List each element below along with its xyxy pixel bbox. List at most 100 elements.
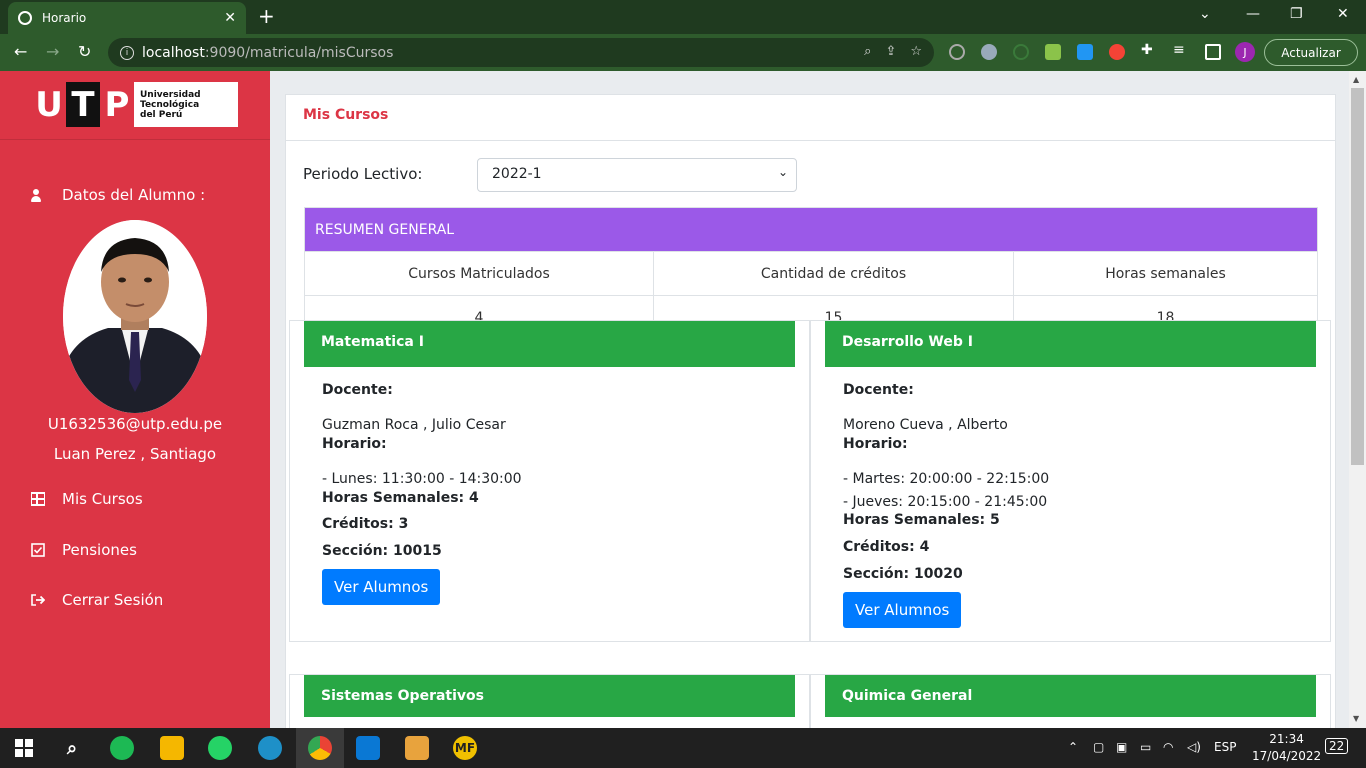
sidebar-item-label: Pensiones (62, 541, 137, 559)
volume-icon[interactable]: ◁) (1187, 740, 1201, 754)
extension-icon[interactable] (1077, 44, 1093, 60)
section: Sección: 10020 (843, 566, 963, 583)
weekly-hours: Horas Semanales: 4 (322, 489, 479, 506)
course-title: Desarrollo Web I (825, 321, 1316, 367)
course-card: Sistemas Operativos (289, 674, 810, 728)
logo-letter: T (66, 82, 100, 127)
clock-time: 21:34 (1269, 732, 1304, 746)
whatsapp-icon[interactable] (208, 736, 232, 760)
weekly-hours: Horas Semanales: 5 (843, 512, 1000, 529)
browser-tab-strip: Horario ✕ + ⌄ — ❐ ✕ (0, 0, 1366, 34)
sidebar-item-label: Mis Cursos (62, 490, 143, 508)
course-card: Desarrollo Web I Docente: Moreno Cueva ,… (810, 320, 1331, 642)
profile-avatar[interactable]: J (1235, 42, 1255, 62)
info-icon[interactable]: i (120, 45, 134, 60)
sidebar-item-mis-cursos[interactable]: Mis Cursos (30, 490, 143, 508)
extension-icon[interactable] (949, 44, 965, 60)
sidebar-item-pensiones[interactable]: Pensiones (31, 541, 137, 559)
schedule-label: Horario: (843, 435, 908, 452)
update-button[interactable]: Actualizar (1264, 39, 1358, 66)
summary-header-cell: Cursos Matriculados (304, 251, 654, 296)
windows-start-icon[interactable] (12, 736, 36, 760)
new-tab-button[interactable]: + (258, 4, 275, 28)
page-title: Mis Cursos (286, 95, 1335, 141)
wifi-icon[interactable]: ◠ (1163, 740, 1173, 754)
download-extension-icon[interactable] (1045, 44, 1061, 60)
chrome-icon[interactable] (308, 736, 332, 760)
sidebar-item-label: Cerrar Sesión (62, 591, 164, 609)
window-close-icon[interactable]: ✕ (1337, 6, 1349, 22)
teacher-name: Moreno Cueva , Alberto (843, 416, 1008, 433)
back-icon[interactable]: ← (14, 42, 27, 61)
chevron-down-icon: ⌄ (777, 165, 788, 179)
media-icon[interactable]: ≡ (1173, 42, 1189, 58)
url-host: localhost (142, 44, 205, 61)
view-students-button[interactable]: Ver Alumnos (843, 592, 962, 629)
table-icon (30, 492, 46, 506)
course-card: Quimica General (810, 674, 1331, 728)
share-icon[interactable]: ⇪ (885, 44, 896, 59)
url-bar[interactable]: i localhost:9090/matricula/misCursos ⌕ ⇪… (108, 38, 934, 67)
scrollbar-thumb[interactable] (1351, 88, 1364, 465)
tray-chevron-icon[interactable]: ⌃ (1068, 740, 1078, 754)
sidebar-item-cerrar-sesion[interactable]: Cerrar Sesión (31, 591, 163, 609)
summary-heading: RESUMEN GENERAL (304, 207, 1318, 252)
extension-icon[interactable] (981, 44, 997, 60)
credits: Créditos: 3 (322, 516, 409, 533)
sidepanel-icon[interactable] (1205, 44, 1221, 60)
logo-text-line: Universidad (140, 89, 201, 100)
student-heading-label: Datos del Alumno : (62, 186, 206, 204)
student-name: Luan Perez , Santiago (53, 445, 217, 463)
scroll-up-icon[interactable]: ▲ (1353, 75, 1359, 84)
taskbar: ⌕ MF ⌃ ▢ ▣ ▭ ◠ ◁) ESP 21:34 17/04/2022 2… (0, 728, 1366, 768)
course-card: Matematica I Docente: Guzman Roca , Juli… (289, 320, 810, 642)
vscode-icon[interactable] (356, 736, 380, 760)
edge-icon[interactable] (258, 736, 282, 760)
view-students-button[interactable]: Ver Alumnos (322, 569, 441, 606)
close-icon[interactable]: ✕ (224, 10, 236, 26)
language-indicator[interactable]: ESP (1214, 740, 1236, 754)
schedule-line: - Jueves: 20:15:00 - 21:45:00 (843, 493, 1048, 510)
logo-text-line: del Perú (140, 109, 183, 120)
youtube-extension-icon[interactable] (1109, 44, 1125, 60)
credits: Créditos: 4 (843, 539, 930, 556)
minimize-icon[interactable]: — (1246, 6, 1260, 22)
url-path: :9090/matricula/misCursos (204, 44, 394, 61)
tab-title: Horario (42, 11, 87, 25)
course-title: Quimica General (825, 675, 1316, 717)
period-label: Periodo Lectivo: (303, 165, 423, 183)
search-icon[interactable]: ⌕ (60, 736, 84, 760)
reload-icon[interactable]: ↻ (78, 42, 91, 61)
puzzle-icon[interactable]: ✚ (1141, 42, 1157, 58)
tray-app-icon[interactable]: ▢ (1093, 740, 1104, 754)
zoom-icon[interactable]: ⌕ (864, 44, 871, 59)
mf-app-icon[interactable]: MF (453, 736, 477, 760)
logo-letter: U (32, 82, 66, 127)
spotify-icon[interactable] (110, 736, 134, 760)
teacher-name: Guzman Roca , Julio Cesar (322, 416, 506, 433)
page-scrollbar[interactable]: ▲ ▼ (1349, 71, 1366, 728)
student-data-heading: Datos del Alumno : (30, 186, 205, 204)
tray-app-icon[interactable]: ▣ (1116, 740, 1127, 754)
page-viewport: U T P Universidad Tecnológica del Perú D… (0, 71, 1366, 728)
app-cube-icon[interactable] (405, 736, 429, 760)
notifications-badge[interactable]: 22 (1325, 738, 1349, 754)
star-icon[interactable]: ☆ (910, 44, 922, 59)
clock[interactable]: 21:34 17/04/2022 (1252, 731, 1321, 765)
sidebar: U T P Universidad Tecnológica del Perú D… (0, 71, 270, 728)
battery-icon[interactable]: ▭ (1140, 740, 1151, 754)
extension-icon[interactable] (1013, 44, 1029, 60)
restore-icon[interactable]: ❐ (1290, 6, 1303, 22)
logo-text-line: Tecnológica (140, 99, 200, 110)
student-photo (63, 220, 207, 413)
summary-header-cell: Horas semanales (1013, 251, 1318, 296)
browser-tab[interactable]: Horario ✕ (8, 2, 246, 34)
schedule-line: - Martes: 20:00:00 - 22:15:00 (843, 470, 1050, 487)
user-icon (30, 188, 42, 202)
scroll-down-icon[interactable]: ▼ (1353, 714, 1359, 723)
period-select[interactable]: 2022-1 ⌄ (477, 158, 797, 192)
tab-search-icon[interactable]: ⌄ (1199, 6, 1211, 22)
check-square-icon (31, 543, 45, 557)
file-explorer-icon[interactable] (160, 736, 184, 760)
forward-icon[interactable]: → (46, 42, 59, 61)
